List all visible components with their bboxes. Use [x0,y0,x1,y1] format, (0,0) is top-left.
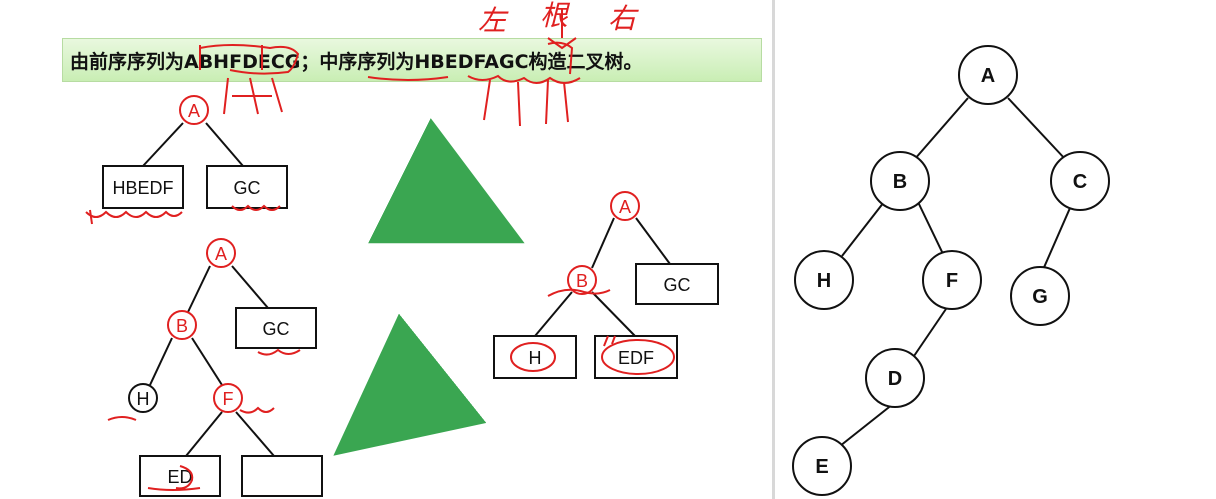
step1-box-right-label: GC [234,178,261,198]
annotation-left: 左 [478,4,509,37]
step-arrows [333,118,525,456]
step3-box-gc-label: GC [263,319,290,339]
step3-label-f: F [223,389,234,409]
final-nodes: A B C H F G D E [792,45,1110,496]
final-label-h: H [817,270,831,292]
handwritten-annotations: 左 根 右 [478,0,639,37]
step2-box-edf-label: EDF [618,348,654,368]
step1-tree: A HBEDF GC [85,95,288,225]
step3-label-a: A [215,244,227,264]
step3-label-h: H [137,389,150,409]
final-label-d: D [888,368,902,390]
final-label-e: E [815,456,828,478]
final-label-g: G [1032,286,1048,308]
final-label-b: B [893,171,907,193]
annotation-root: 根 [540,0,571,32]
step1-label-a: A [188,101,200,121]
step2-label-b: B [576,271,588,291]
final-label-c: C [1073,171,1087,193]
step2-tree: A B GC H EDF [493,191,719,379]
step3-box-empty [241,455,323,497]
diagram-canvas: 左 根 右 A HBEDF GC A B GC H EDF A B GC H F… [85,0,1110,497]
arrow-to-step3 [333,313,487,456]
handwritten-marks [199,8,581,127]
final-label-a: A [981,65,995,87]
annotation-right: 右 [608,2,639,35]
step3-tree: A B GC H F ED [107,238,323,497]
step2-box-h-label: H [529,348,542,368]
final-label-f: F [946,270,958,292]
arrow-to-step2 [368,118,525,244]
step3-label-b: B [176,316,188,336]
step2-label-a: A [619,197,631,217]
step2-box-gc-label: GC [664,275,691,295]
step1-box-left-label: HBEDF [112,178,173,198]
